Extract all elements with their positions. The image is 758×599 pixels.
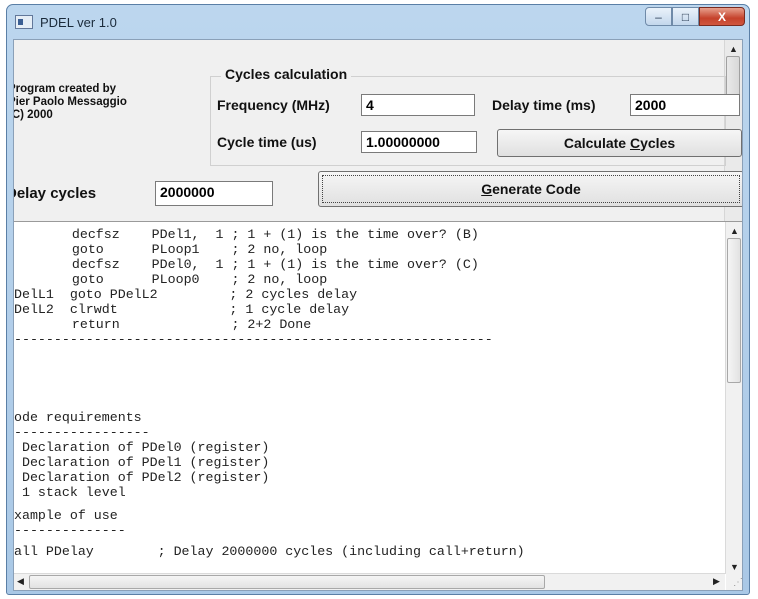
code-line: ; 1 stack level <box>13 485 126 500</box>
close-button[interactable]: X <box>699 7 745 26</box>
code-line: call PDelay ; Delay 2000000 cycles (incl… <box>13 544 525 559</box>
scroll-right-icon[interactable]: ▶ <box>708 576 725 587</box>
scroll-thumb[interactable] <box>726 56 740 98</box>
code-line: PDelL1 goto PDelL2 ; 2 cycles delay <box>13 287 358 302</box>
credit-line-3: (C) 2000 <box>13 109 53 121</box>
delay-time-label: Delay time (ms) <box>492 97 596 113</box>
frequency-input[interactable]: 4 <box>361 94 475 116</box>
calculate-cycles-label: Calculate <box>563 135 630 151</box>
credit-text: Program created by Pier Paolo Messaggio … <box>13 83 127 122</box>
code-line: decfsz PDel1, 1 ; 1 + (1) is the time ov… <box>16 227 479 242</box>
code-line: ;-------------- <box>13 523 126 538</box>
code-line: ;---------------------------------------… <box>13 332 493 347</box>
size-grip-icon[interactable]: ⋰ <box>726 574 742 590</box>
title-bar[interactable]: PDEL ver 1.0 – □ X <box>7 5 749 39</box>
app-window: PDEL ver 1.0 – □ X ▲ Program created by … <box>6 4 750 595</box>
frequency-label: Frequency (MHz) <box>217 97 330 113</box>
calculate-cycles-button[interactable]: Calculate Cycles <box>497 129 742 157</box>
generate-accel-key: G <box>481 181 493 197</box>
code-line: Example of use <box>13 508 118 523</box>
maximize-button[interactable]: □ <box>672 7 699 26</box>
scroll-up-icon[interactable]: ▲ <box>726 226 742 236</box>
minimize-button[interactable]: – <box>645 7 672 26</box>
generated-code-textbox[interactable]: decfsz PDel1, 1 ; 1 + (1) is the time ov… <box>13 221 742 590</box>
caption-buttons: – □ X <box>645 7 745 29</box>
credit-line-1: Program created by <box>13 83 117 95</box>
code-horizontal-scrollbar[interactable]: ◀ ▶ <box>14 573 725 590</box>
client-area: ▲ Program created by Pier Paolo Messaggi… <box>13 39 743 591</box>
scroll-thumb[interactable] <box>727 238 741 383</box>
code-line: Code requirements <box>13 410 142 425</box>
generate-code-button[interactable]: Generate Code <box>318 171 742 207</box>
app-icon[interactable] <box>15 15 33 29</box>
scroll-down-icon[interactable]: ▼ <box>726 562 742 572</box>
code-line: ; Declaration of PDel1 (register) <box>13 455 270 470</box>
code-line: decfsz PDel0, 1 ; 1 + (1) is the time ov… <box>16 257 479 272</box>
delay-cycles-input[interactable]: 2000000 <box>155 181 273 206</box>
cycles-group-title: Cycles calculation <box>221 66 352 82</box>
code-line: goto PLoop0 ; 2 no, loop <box>16 272 328 287</box>
cycle-time-label: Cycle time (us) <box>217 134 317 150</box>
code-line: ; Declaration of PDel2 (register) <box>13 470 270 485</box>
code-line: ; Declaration of PDel0 (register) <box>13 440 270 455</box>
code-line: return ; 2+2 Done <box>16 317 312 332</box>
calculate-accel-key: C <box>629 135 641 151</box>
delay-cycles-label: Delay cycles <box>13 185 97 202</box>
generate-code-label: enerate Code <box>492 181 581 197</box>
cycle-time-input[interactable]: 1.00000000 <box>361 131 477 153</box>
window-title: PDEL ver 1.0 <box>40 15 117 30</box>
scroll-left-icon[interactable]: ◀ <box>14 576 29 587</box>
calculate-cycles-label-rest: ycles <box>640 135 676 151</box>
code-vertical-scrollbar[interactable]: ▲ ▼ <box>725 222 742 574</box>
scroll-up-icon[interactable]: ▲ <box>725 44 742 54</box>
delay-time-input[interactable]: 2000 <box>630 94 740 116</box>
code-line: ;----------------- <box>13 425 150 440</box>
credit-line-2: Pier Paolo Messaggio <box>13 96 127 108</box>
code-line: goto PLoop1 ; 2 no, loop <box>16 242 328 257</box>
scroll-thumb[interactable] <box>29 575 545 589</box>
code-line: PDelL2 clrwdt ; 1 cycle delay <box>13 302 350 317</box>
